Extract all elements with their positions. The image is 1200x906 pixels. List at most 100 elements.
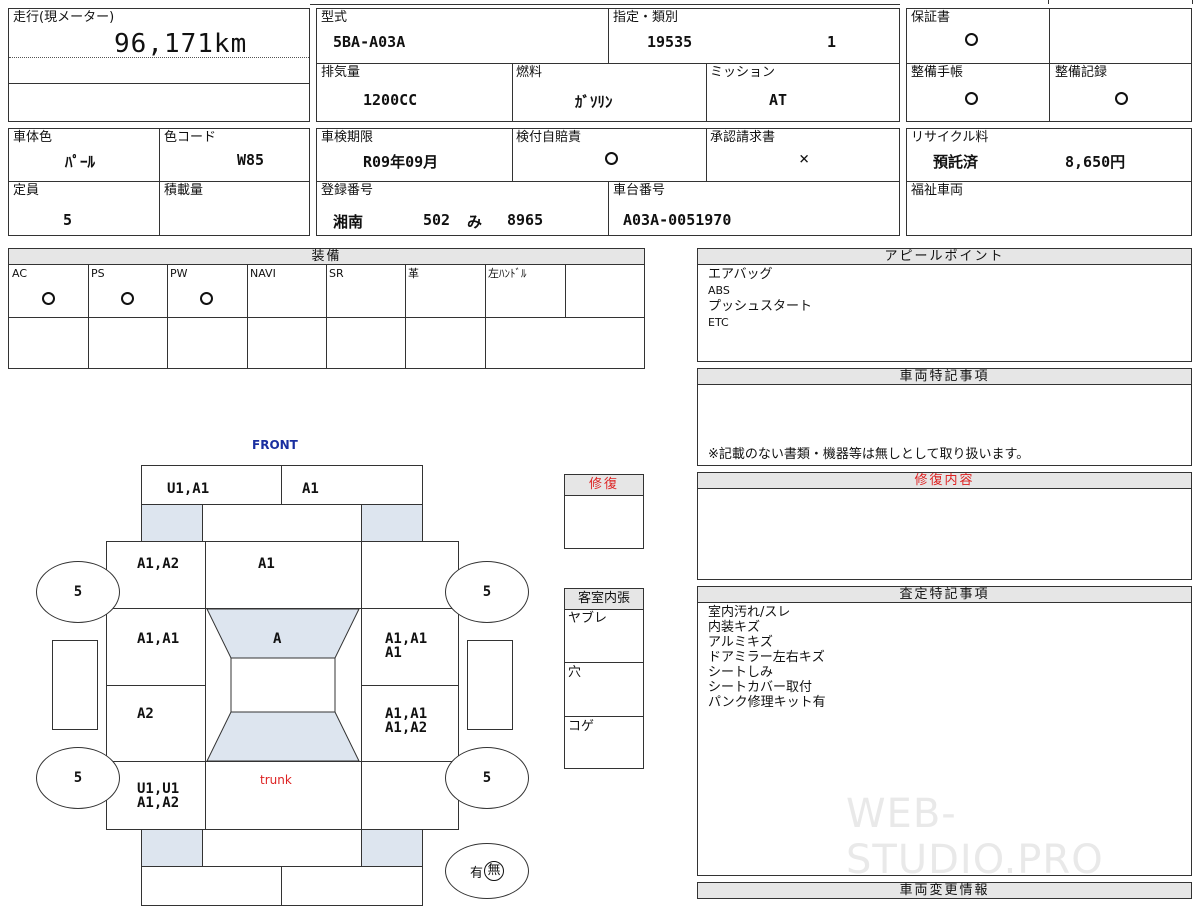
right-front-door-damage: A1,A1 A1 <box>385 631 428 661</box>
assessment-line: 内装キズ <box>708 620 761 635</box>
trunk-label: trunk <box>260 773 292 787</box>
warranty-circle-mark <box>965 33 978 46</box>
front-right-damage: A1 <box>302 481 319 497</box>
equip-ps-label: PS <box>91 267 105 280</box>
assessment-line: ドアミラー左右キズ <box>708 650 825 665</box>
assessment-line: シートカバー取付 <box>708 680 813 695</box>
right-side-panel <box>467 640 513 730</box>
divider <box>326 265 327 368</box>
top-edge-stub <box>1048 0 1049 4</box>
divider <box>608 9 609 63</box>
left-fender-damage: A1,A2 <box>137 556 180 572</box>
appeal-line: ETC <box>708 316 729 329</box>
divider <box>565 662 643 663</box>
front-bumper-left <box>141 465 282 505</box>
tire-rear-right: 5 <box>445 747 529 809</box>
repair-small-header: 修復 <box>564 474 644 496</box>
windshield-shape <box>206 608 360 659</box>
welfare-label: 福祉車両 <box>911 183 964 198</box>
reg-kana: み <box>467 213 483 231</box>
maintenance-book-label: 整備手帳 <box>911 65 964 80</box>
color-value: ﾊﾟｰﾙ <box>65 153 96 171</box>
mileage-label: 走行(現メーター) <box>13 10 115 25</box>
designation-value: 19535 <box>647 33 693 51</box>
chassis-label: 車台番号 <box>613 183 666 198</box>
load-label: 積載量 <box>164 183 204 198</box>
body-right-fender <box>361 541 459 609</box>
assessment-line: アルミキズ <box>708 635 773 650</box>
transmission-value: AT <box>769 91 788 109</box>
roof-damage: A <box>273 631 282 647</box>
inspection-label: 車検期限 <box>321 130 374 145</box>
left-rear-door-damage: A2 <box>137 706 154 722</box>
reg-area: 湘南 <box>333 213 364 231</box>
interior-tear-label: ヤブレ <box>568 611 608 626</box>
divider <box>159 129 160 235</box>
rear-window-shape <box>206 711 360 762</box>
model-value: 5BA-A03A <box>333 33 406 51</box>
equip-leather-label: 革 <box>408 267 419 280</box>
divider <box>317 63 899 64</box>
interior-hole-label: 穴 <box>568 665 582 680</box>
insurance-circle-mark <box>605 152 618 165</box>
assessment-line: パンク修理キット有 <box>708 695 826 710</box>
divider <box>485 265 486 368</box>
tire-rear-left: 5 <box>36 747 120 809</box>
top-edge-stub <box>1192 0 1193 4</box>
spare-yes-label: 有 <box>469 865 483 881</box>
fuel-value: ｶﾞｿﾘﾝ <box>575 93 613 111</box>
assessment-header: 査定特記事項 <box>697 586 1192 603</box>
equipment-table: AC PS PW NAVI SR 革 左ﾊﾝﾄﾞﾙ <box>8 264 645 369</box>
repair-small-box <box>564 495 644 549</box>
mileage-value: 96,171km <box>114 29 248 59</box>
interior-box: ヤブレ 穴 コゲ <box>564 609 644 769</box>
appeal-line: エアバッグ <box>708 267 773 282</box>
divider <box>907 181 1191 182</box>
divider <box>907 63 1191 64</box>
divider <box>512 63 513 121</box>
front-right-pillar <box>361 504 423 542</box>
mileage-dotted-line <box>9 57 309 58</box>
divider <box>608 181 609 235</box>
capacity-label: 定員 <box>13 183 40 198</box>
rear-left-pillar <box>141 829 203 867</box>
changes-header: 車両変更情報 <box>697 882 1192 899</box>
appeal-line: プッシュスタート <box>708 299 813 314</box>
divider <box>565 716 643 717</box>
rear-bumper-left <box>141 866 282 906</box>
body-right-quarter <box>361 761 459 830</box>
divider <box>706 129 707 181</box>
divider <box>706 63 707 121</box>
assessment-line: シートしみ <box>708 665 774 680</box>
color-label: 車体色 <box>13 130 53 145</box>
reg-number: 8965 <box>507 211 544 229</box>
watermark: WEB-STUDIO.PRO <box>846 791 1104 883</box>
rear-center-gap <box>202 829 362 867</box>
repair-header: 修復内容 <box>697 472 1192 489</box>
warranty-label: 保証書 <box>911 10 951 25</box>
recycle-label: リサイクル料 <box>911 130 989 145</box>
repair-panel <box>697 488 1192 580</box>
equip-pw-label: PW <box>170 267 188 280</box>
front-left-damage: U1,A1 <box>167 481 210 497</box>
roof-shape <box>230 657 336 713</box>
chassis-value: A03A-0051970 <box>623 211 732 229</box>
divider <box>88 265 89 368</box>
model-box: 型式 5BA-A03A 指定・類別 19535 1 排気量 1200CC 燃料 … <box>316 8 900 122</box>
recycle-status: 預託済 <box>933 153 979 171</box>
spare-no-label: 無 <box>484 861 504 881</box>
reg-label: 登録番号 <box>321 183 374 198</box>
left-side-panel <box>52 640 98 730</box>
body-left-rear-door <box>106 685 206 762</box>
left-quarter-damage: U1,U1 A1,A2 <box>137 781 180 811</box>
spare-tire: 有 無 <box>445 843 529 899</box>
rear-bumper-right <box>281 866 423 906</box>
notes-footer: ※記載のない書類・機器等は無しとして取り扱います。 <box>708 447 1030 462</box>
inspection-value: R09年09月 <box>363 153 439 171</box>
assessment-panel: 室内汚れ/スレ 内装キズ アルミキズ ドアミラー左右キズ シートしみ シートカバ… <box>697 602 1192 883</box>
class-value: 1 <box>827 33 837 51</box>
maintenance-book-circle-mark <box>965 92 978 105</box>
body-left-fender <box>106 541 206 609</box>
mileage-divider <box>9 83 309 84</box>
equip-sr-label: SR <box>329 267 344 280</box>
